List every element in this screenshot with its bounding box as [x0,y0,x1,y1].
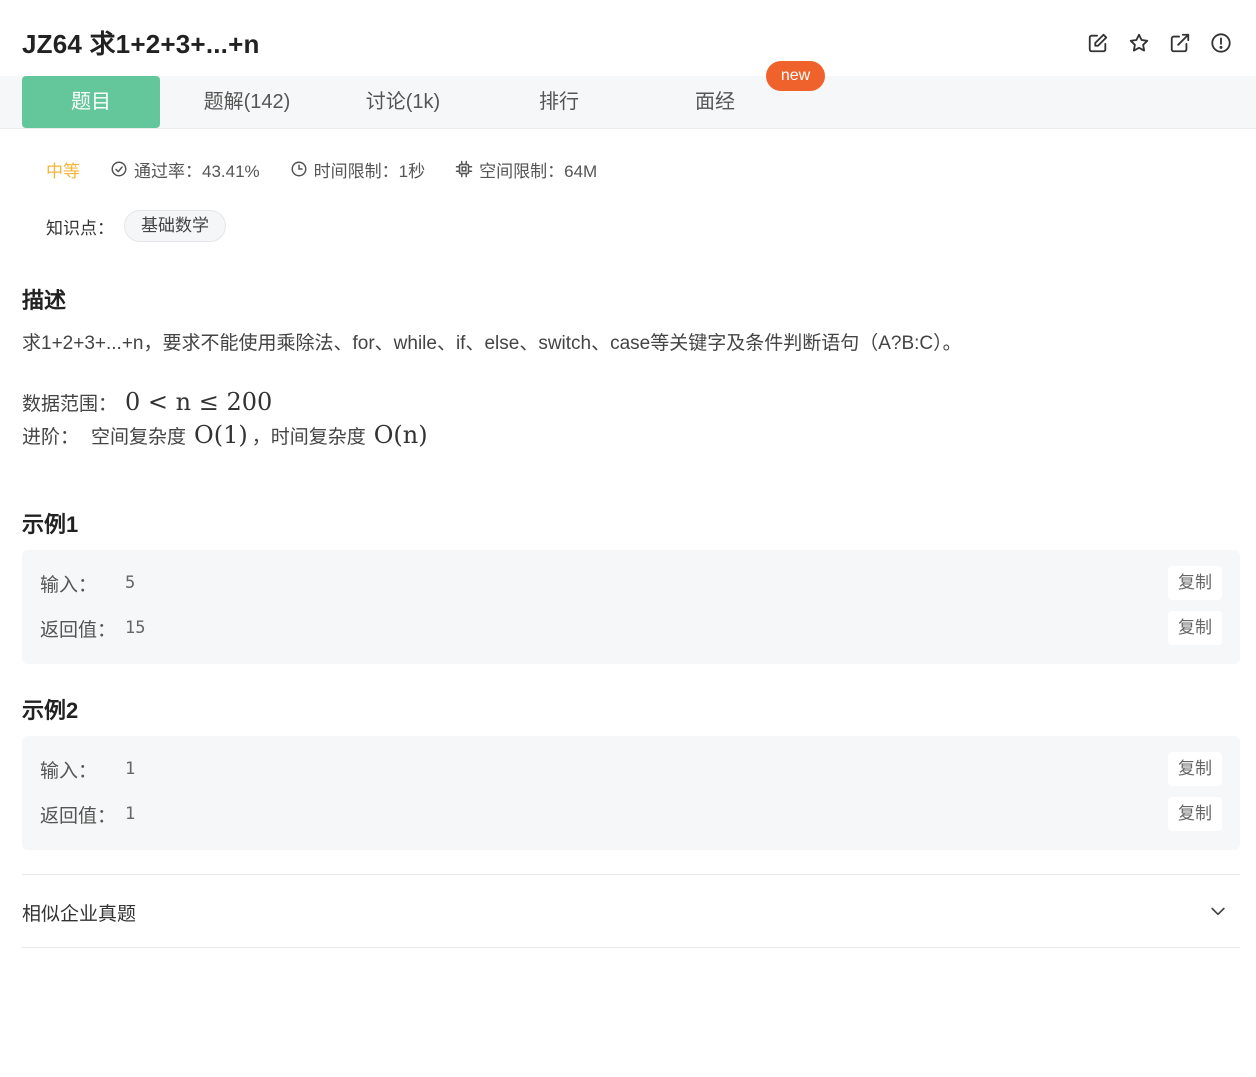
copy-input-button[interactable]: 复制 [1168,566,1222,600]
description-text: 求1+2+3+...+n，要求不能使用乘除法、for、while、if、else… [22,333,962,354]
input-value[interactable]: 5 [125,573,135,593]
advanced-label: 进阶： [22,427,80,448]
difficulty-label: 中等 [46,161,80,181]
alert-icon [1211,33,1231,53]
tab-solutions[interactable]: 题解(142) [178,76,316,128]
data-range-math: 0 < n ≤ 200 [125,388,273,416]
pass-rate-text: 通过率：43.41% [134,161,260,181]
edit-icon [1088,33,1108,53]
time-limit-text: 时间限制：1秒 [313,161,426,181]
memory-limit: 空间限制：64M [455,157,597,182]
tab-problem[interactable]: 题目 [22,76,160,128]
problem-meta: 中等 通过率：43.41% 时间限制：1秒 空间限制：64M [46,155,627,183]
title-actions [1085,30,1234,56]
tab-interview[interactable]: 面经 [646,76,784,128]
similar-questions-toggle[interactable]: 相似企业真题 [22,874,1240,948]
time-limit: 时间限制：1秒 [290,157,425,182]
input-value[interactable]: 1 [125,759,135,779]
new-badge: new [766,61,825,91]
report-button[interactable] [1208,30,1234,56]
output-label: 返回值： [40,805,117,827]
knowledge-label: 知识点： [46,218,114,238]
input-label: 输入： [40,760,98,782]
tab-discussion[interactable]: 讨论(1k) [334,76,472,128]
output-value[interactable]: 1 [125,804,135,824]
knowledge-points: 知识点： 基础数学 [46,210,226,242]
open-external-button[interactable] [1167,30,1193,56]
description-heading: 描述 [22,288,67,313]
knowledge-tag[interactable]: 基础数学 [124,210,226,242]
clock-icon [291,161,307,177]
output-label: 返回值： [40,619,117,641]
copy-output-button[interactable]: 复制 [1168,611,1222,645]
complexity-line: 进阶： 空间复杂度 O(1) ， 时间复杂度 O(n) [22,421,432,449]
input-label: 输入： [40,574,98,596]
example-1-box: 输入： 5 复制 返回值： 15 复制 [22,550,1240,664]
example-1-output-row: 返回值： 15 复制 [40,611,1222,645]
space-complexity-label: 空间复杂度 [91,427,187,448]
title-row: JZ64 求1+2+3+...+n [22,22,1234,62]
example-1-heading: 示例1 [22,512,79,537]
example-2-box: 输入： 1 复制 返回值： 1 复制 [22,736,1240,850]
memory-limit-text: 空间限制：64M [479,161,598,181]
example-1-input-row: 输入： 5 复制 [40,566,1222,600]
data-range: 数据范围： 0 < n ≤ 200 [22,388,276,416]
copy-input-button[interactable]: 复制 [1168,752,1222,786]
example-2-heading: 示例2 [22,698,79,723]
copy-output-button[interactable]: 复制 [1168,797,1222,831]
example-2-input-row: 输入： 1 复制 [40,752,1222,786]
time-complexity-math: O(n) [373,421,428,449]
page-title: JZ64 求1+2+3+...+n [22,28,260,59]
pass-rate: 通过率：43.41% [110,157,260,182]
complexity-comma: ， [251,427,271,448]
output-value[interactable]: 15 [125,618,145,638]
tab-ranking[interactable]: 排行 [490,76,628,128]
similar-questions-label: 相似企业真题 [22,904,137,925]
check-circle-icon [111,161,127,177]
example-2-output-row: 返回值： 1 复制 [40,797,1222,831]
edit-button[interactable] [1085,30,1111,56]
star-icon [1129,33,1149,52]
space-complexity-math: O(1) [194,421,248,449]
tab-bar: 题目 题解(142) 讨论(1k) 排行 面经 [0,76,1256,129]
time-complexity-label: 时间复杂度 [270,427,366,448]
chevron-down-icon [1211,907,1225,916]
data-range-label: 数据范围： [22,394,118,415]
favorite-button[interactable] [1126,30,1152,56]
chip-icon [455,160,473,178]
external-link-icon [1170,33,1190,53]
